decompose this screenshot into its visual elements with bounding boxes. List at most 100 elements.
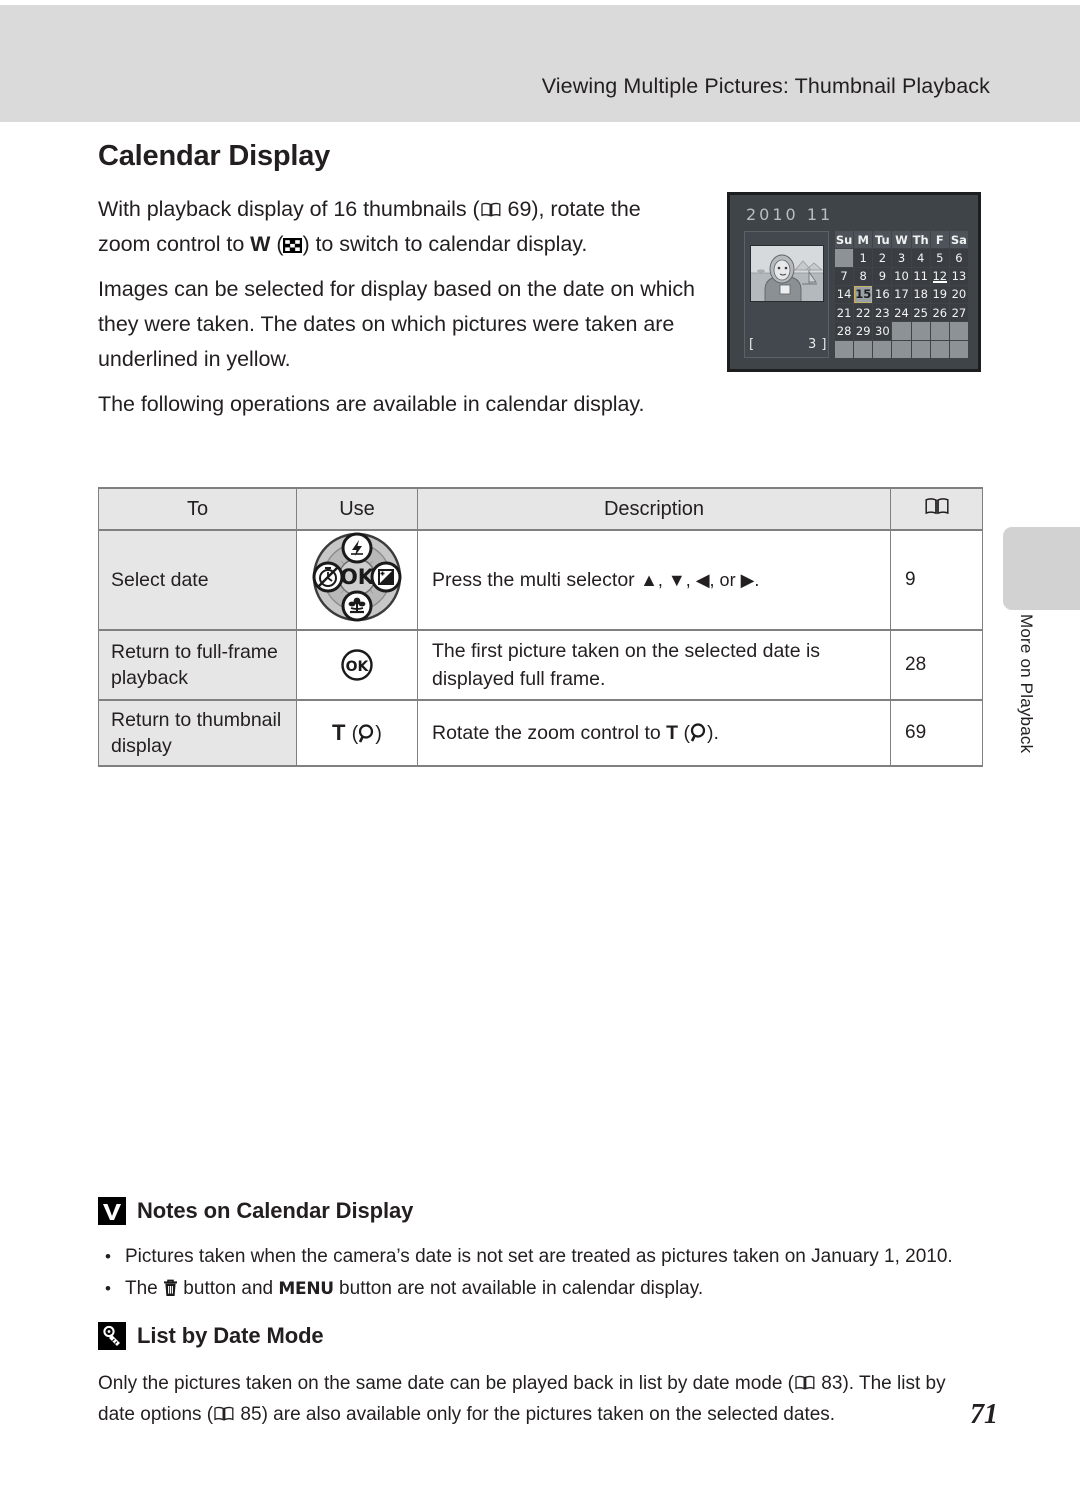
list-by-date-post: ) are also available only for the pictur…	[261, 1404, 836, 1425]
calendar-day-cell[interactable]: 11	[911, 267, 930, 285]
row-3-desc-paren-close: ).	[706, 722, 719, 744]
calendar-day-cell[interactable]: 5	[930, 249, 949, 267]
calendar-day-cell[interactable]: 17	[892, 285, 911, 304]
list-by-date-ref2: 85	[240, 1404, 262, 1425]
calendar-day-cell[interactable]: 9	[873, 267, 892, 285]
note-bullet-2-post: button are not available in calendar dis…	[333, 1278, 704, 1299]
calendar-day-cell[interactable]: 3	[892, 249, 911, 267]
calendar-empty-cell	[854, 340, 873, 358]
row-1-action: Select date	[98, 529, 297, 631]
calendar-day-cell[interactable]: 30	[873, 322, 892, 340]
calendar-day-grid[interactable]: Su M Tu W Th F Sa 1 2 3 4 5 6 7 8 9 10 11 12 13 14 15 16 17 18 19…	[835, 231, 968, 358]
calendar-day-cell[interactable]: 7	[835, 267, 854, 285]
intro-text-column: With playback display of 16 thumbnails (…	[98, 192, 698, 422]
table-header-row: To Use Description	[98, 487, 983, 531]
side-tab-marker	[1003, 527, 1080, 610]
count-bracket-close: ]	[821, 337, 827, 352]
row-3-description-text: Rotate the zoom control to	[432, 722, 667, 744]
calendar-day-cell[interactable]: 15	[854, 285, 873, 304]
page-header-band	[0, 5, 1080, 122]
row-1-description: Press the multi selector ▲, ▼, ◀, or ▶.	[417, 529, 891, 631]
calendar-day-cell[interactable]: 26	[930, 304, 949, 322]
table-header-use: Use	[296, 487, 418, 531]
calendar-day-cell[interactable]: 29	[854, 322, 873, 340]
list-by-date-heading: List by Date Mode	[98, 1322, 982, 1350]
calendar-day-cell[interactable]: 24	[892, 304, 911, 322]
calendar-day-cell[interactable]: 12	[930, 267, 949, 285]
calendar-day-cell[interactable]: 10	[892, 267, 911, 285]
calendar-year-month: 2010 11	[746, 205, 833, 224]
row-1-page-reference: 9	[890, 529, 983, 631]
calendar-preview-panel: [3 ]	[744, 231, 829, 358]
calendar-day-cell[interactable]: 20	[949, 285, 968, 304]
calendar-day-cell[interactable]: 2	[873, 249, 892, 267]
calendar-day-cell[interactable]: 27	[949, 304, 968, 322]
calendar-day-cell[interactable]: 14	[835, 285, 854, 304]
calendar-day-cell[interactable]: 8	[854, 267, 873, 285]
tele-zoom-label: T	[332, 720, 346, 745]
calendar-day-cell[interactable]: 6	[949, 249, 968, 267]
manual-page: Viewing Multiple Pictures: Thumbnail Pla…	[0, 0, 1080, 1486]
operations-table: To Use Description Select date OK Press …	[98, 487, 983, 767]
magnify-icon	[690, 722, 707, 742]
wide-zoom-label: W	[250, 232, 271, 256]
calendar-day-cell[interactable]: 21	[835, 304, 854, 322]
row-3-paren-close: )	[375, 723, 382, 745]
calendar-day-cell[interactable]: 13	[949, 267, 968, 285]
row-2-description: The first picture taken on the selected …	[417, 629, 891, 701]
calendar-weekday-header: Su	[835, 231, 854, 249]
row-1-description-text: Press the multi selector	[432, 569, 641, 591]
book-reference-icon	[795, 1375, 815, 1390]
paragraph-3: The following operations are available i…	[98, 392, 645, 416]
calendar-empty-cell	[930, 340, 949, 358]
multi-selector-dial-icon[interactable]: OK	[311, 531, 403, 623]
calendar-empty-cell	[911, 322, 930, 340]
table-header-to: To	[98, 487, 297, 531]
count-bracket-open: [	[749, 337, 755, 352]
calendar-day-cell[interactable]: 23	[873, 304, 892, 322]
calendar-day-cell[interactable]: 19	[930, 285, 949, 304]
calendar-day-cell[interactable]: 4	[911, 249, 930, 267]
notes-bullet-list: Pictures taken when the camera’s date is…	[98, 1241, 982, 1305]
row-3-page-reference: 69	[890, 699, 983, 767]
calendar-day-cell[interactable]: 18	[911, 285, 930, 304]
row-2-page-reference: 28	[890, 629, 983, 701]
count-value: 3	[808, 337, 817, 352]
row-3-paren-open: (	[351, 723, 359, 745]
calendar-empty-cell	[892, 322, 911, 340]
calendar-empty-cell	[873, 340, 892, 358]
calendar-weekday-header: Th	[911, 231, 930, 249]
ok-button-icon[interactable]: OK	[340, 648, 374, 682]
svg-text:OK: OK	[346, 659, 370, 675]
table-header-page-reference	[890, 487, 983, 531]
paragraph-1: With playback display of 16 thumbnails (…	[98, 192, 698, 262]
notes-title: Notes on Calendar Display	[137, 1198, 414, 1223]
delete-trash-icon	[163, 1276, 178, 1296]
row-1-control: OK	[296, 529, 418, 631]
list-by-date-tag-icon	[98, 1322, 126, 1350]
table-row: Return to thumbnail display T () Rotate …	[98, 699, 983, 767]
calendar-day-cell[interactable]: 28	[835, 322, 854, 340]
calendar-year: 2010	[746, 205, 799, 224]
calendar-day-cell[interactable]: 22	[854, 304, 873, 322]
paragraph-1-pre: With playback display of 16 thumbnails (	[98, 197, 480, 221]
thumbnail-grid-icon	[283, 238, 303, 253]
camera-calendar-screenshot: 2010 11 [3] Su M Tu W Th F Sa 1 2 3 4 …	[727, 192, 981, 372]
calendar-empty-cell	[835, 340, 854, 358]
note-bullet-1: Pictures taken when the camera’s date is…	[98, 1241, 982, 1273]
calendar-day-cell[interactable]: 16	[873, 285, 892, 304]
table-row: Return to full-frame playback OK The fir…	[98, 629, 983, 701]
calendar-day-cell[interactable]: 1	[854, 249, 873, 267]
row-2-action: Return to full-frame playback	[98, 629, 297, 701]
calendar-weekday-header: Tu	[873, 231, 892, 249]
calendar-day-cell[interactable]: 25	[911, 304, 930, 322]
list-by-date-paragraph: Only the pictures taken on the same date…	[98, 1368, 982, 1430]
table-row: Select date OK Press the multi selector …	[98, 529, 983, 631]
calendar-empty-cell	[892, 340, 911, 358]
calendar-empty-cell	[930, 322, 949, 340]
row-2-control: OK	[296, 629, 418, 701]
row-3-control: T ()	[296, 699, 418, 767]
list-by-date-ref1: 83	[821, 1373, 843, 1394]
notes-section: Notes on Calendar Display Pictures taken…	[98, 1197, 982, 1305]
paragraph-1-bookref-page: 69	[507, 197, 532, 221]
